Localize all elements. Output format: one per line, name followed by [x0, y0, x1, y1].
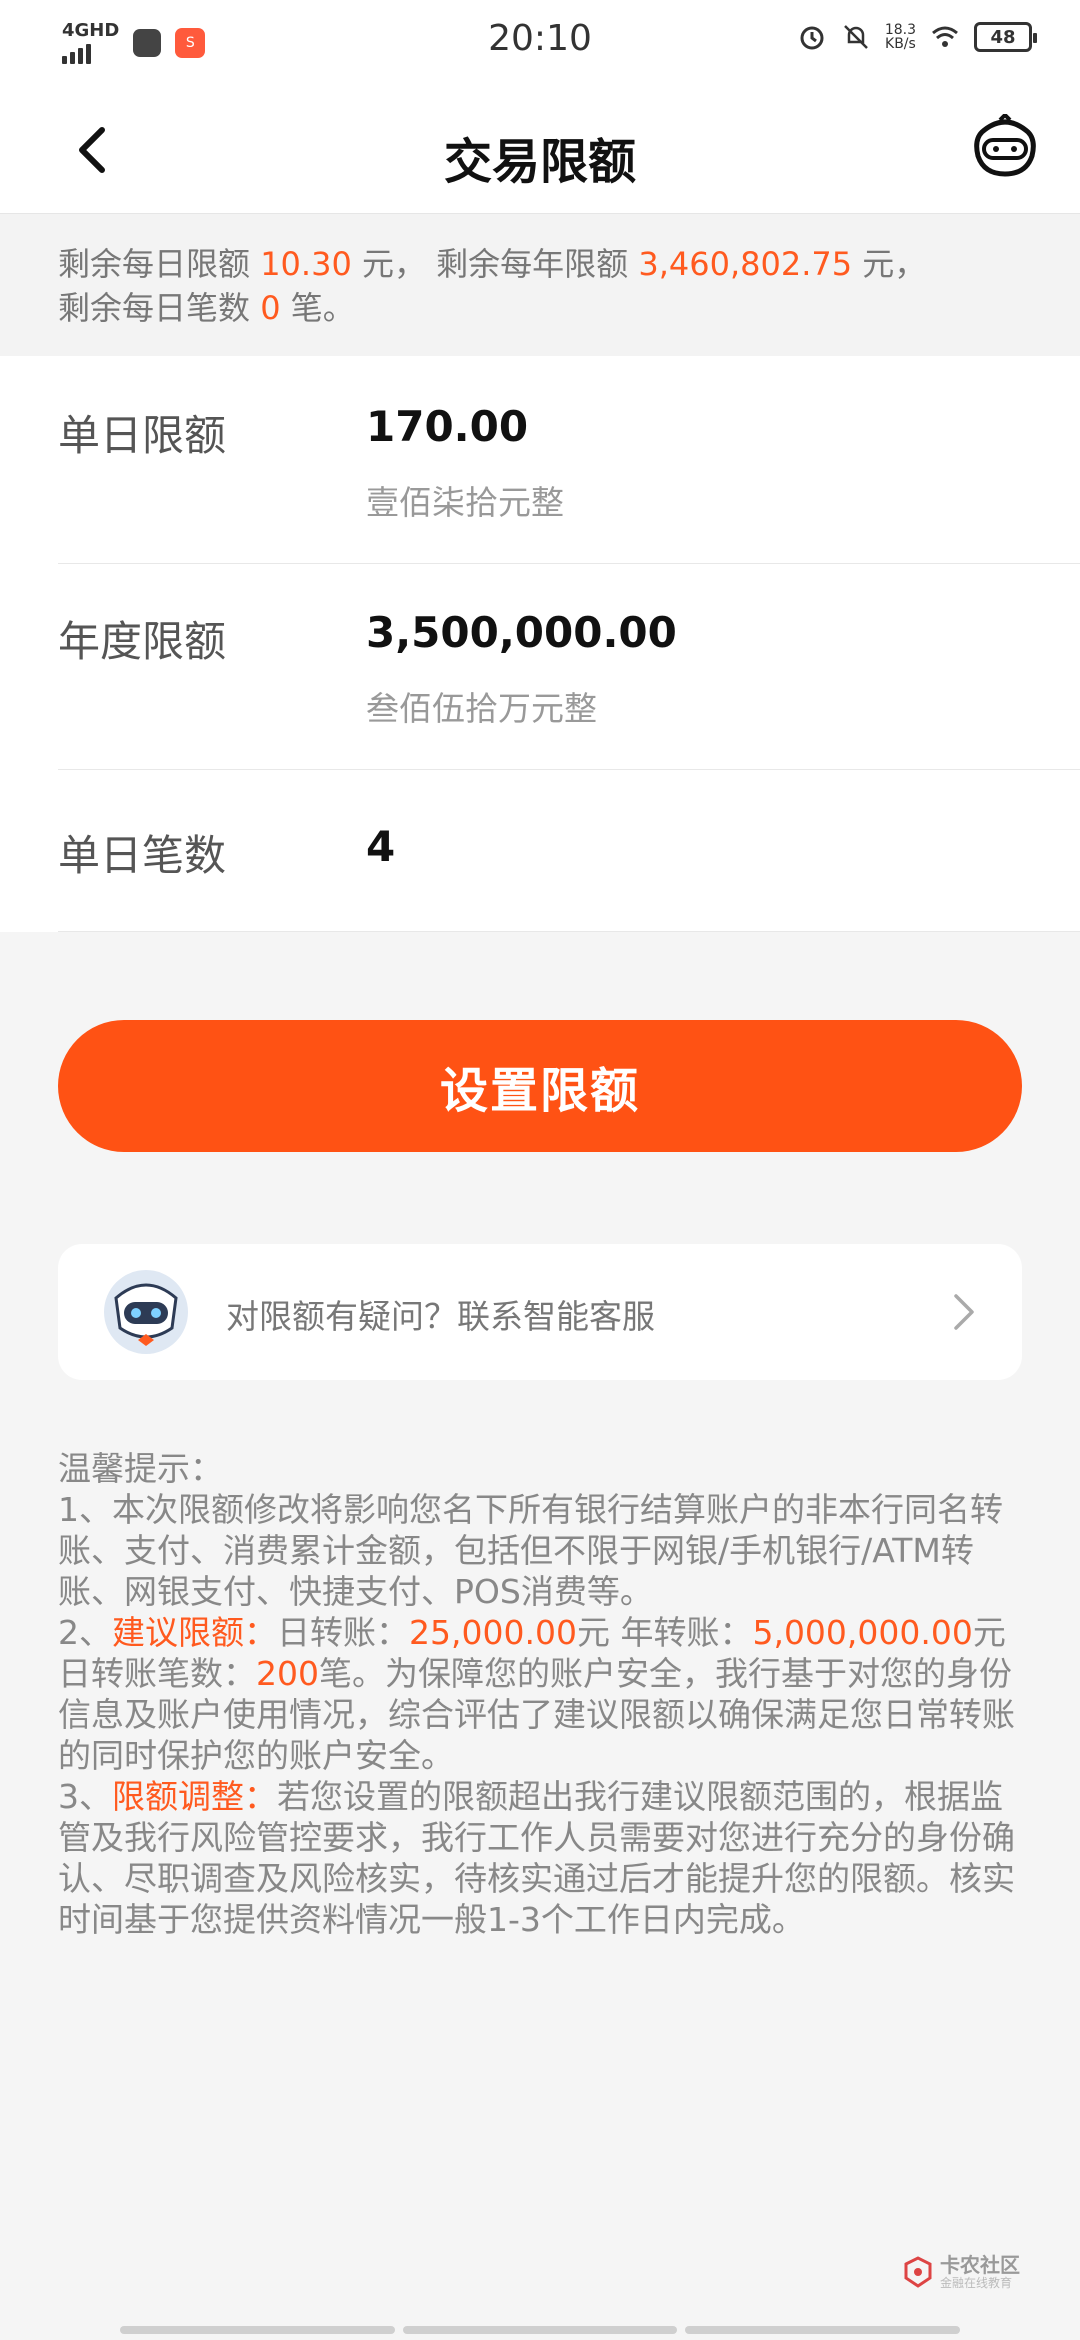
wifi-icon — [932, 26, 958, 47]
tips-section: 温馨提示： 1、本次限额修改将影响您名下所有银行结算账户的非本行同名转账、支付、… — [58, 1448, 1028, 1940]
suggested-daily-value: 25,000.00 — [409, 1613, 577, 1652]
daily-limit-row[interactable]: 单日限额 170.00 壹佰柒拾元整 — [58, 356, 1080, 564]
daily-count-label: 单日笔数 — [58, 831, 227, 880]
daily-limit-words: 壹佰柒拾元整 — [366, 483, 564, 522]
daily-remaining-value: 10.30 — [260, 245, 352, 283]
count-remaining-label: 剩余每日笔数 — [58, 289, 251, 327]
alarm-icon — [800, 26, 824, 50]
suggested-count-value: 200 — [256, 1654, 319, 1693]
set-limit-button[interactable]: 设置限额 — [58, 1020, 1022, 1152]
customer-service-card[interactable]: 对限额有疑问？联系智能客服 — [58, 1244, 1022, 1380]
speed-unit: KB/s — [885, 36, 916, 52]
tips-item-2: 2、建议限额：日转账：25,000.00元 年转账：5,000,000.00元 … — [58, 1612, 1028, 1776]
home-indicator-segment — [685, 2326, 961, 2334]
tips-title: 温馨提示： — [58, 1449, 223, 1488]
mute-icon — [843, 25, 868, 49]
yearly-limit-input[interactable]: 3,500,000.00 — [366, 608, 677, 657]
status-right: 18.3 KB/s 48 — [797, 22, 1037, 52]
yearly-limit-row[interactable]: 年度限额 3,500,000.00 叁佰伍拾万元整 — [58, 564, 1080, 770]
robot-service-icon[interactable] — [970, 114, 1040, 180]
status-bar: 4GHD S 20:10 18.3 KB/s 48 — [0, 0, 1080, 84]
page-title: 交易限额 — [443, 134, 636, 190]
yearly-limit-label: 年度限额 — [58, 617, 227, 666]
watermark-logo-icon — [904, 2256, 932, 2288]
yearly-remaining-label: 剩余每年限额 — [436, 245, 629, 283]
notice-line-2: 剩余每日笔数 0 笔。 — [58, 286, 1022, 330]
daily-limit-input[interactable]: 170.00 — [366, 402, 528, 451]
watermark-title: 卡农社区 — [940, 2253, 1020, 2277]
watermark-text: 卡农社区 金融在线教育 — [940, 2254, 1020, 2290]
daily-limit-label: 单日限额 — [58, 411, 227, 460]
suggested-daily-unit: 元 年转账： — [576, 1613, 753, 1652]
daily-count-input[interactable]: 4 — [366, 822, 395, 871]
daily-remaining-unit: 元， — [361, 245, 426, 283]
count-remaining-unit: 笔。 — [290, 289, 355, 327]
watermark: 卡农社区 金融在线教育 — [902, 2254, 1020, 2290]
network-speed: 18.3 KB/s — [885, 23, 916, 51]
home-indicator-segment — [120, 2326, 395, 2334]
chevron-right-icon — [954, 1294, 974, 1330]
tips-item-3: 3、限额调整：若您设置的限额超出我行建议限额范围的，根据监管及我行风险管控要求，… — [58, 1776, 1028, 1940]
tips-item-2-number: 2、 — [58, 1613, 112, 1652]
remaining-limits-notice: 剩余每日限额 10.30 元， 剩余每年限额 3,460,802.75 元， 剩… — [0, 214, 1080, 356]
yearly-remaining-unit: 元， — [862, 245, 927, 283]
tips-item-1: 1、本次限额修改将影响您名下所有银行结算账户的非本行同名转账、支付、消费累计金额… — [58, 1490, 1003, 1611]
nav-bar: 交易限额 — [0, 84, 1080, 214]
suggested-yearly-value: 5,000,000.00 — [752, 1613, 973, 1652]
battery-icon: 48 — [974, 22, 1037, 52]
home-indicator-segment — [402, 2326, 678, 2334]
limit-form: 单日限额 170.00 壹佰柒拾元整 年度限额 3,500,000.00 叁佰伍… — [0, 356, 1080, 932]
mascot-avatar-icon — [104, 1270, 188, 1354]
watermark-subtitle: 金融在线教育 — [940, 2276, 1013, 2290]
tips-item-3-number: 3、 — [58, 1777, 112, 1816]
notice-line-1: 剩余每日限额 10.30 元， 剩余每年限额 3,460,802.75 元， — [58, 242, 1022, 286]
tips-item-2-heading: 建议限额： — [112, 1613, 277, 1652]
tips-item-3-heading: 限额调整： — [112, 1777, 277, 1816]
daily-remaining-label: 剩余每日限额 — [58, 245, 251, 283]
daily-count-row[interactable]: 单日笔数 4 — [58, 770, 1080, 932]
customer-service-text: 对限额有疑问？联系智能客服 — [226, 1297, 655, 1336]
suggested-daily-label: 日转账： — [277, 1613, 409, 1652]
yearly-remaining-value: 3,460,802.75 — [638, 245, 853, 283]
yearly-limit-words: 叁佰伍拾万元整 — [366, 689, 597, 728]
speed-value: 18.3 — [884, 22, 916, 38]
home-indicator[interactable] — [120, 2326, 961, 2336]
count-remaining-value: 0 — [260, 289, 281, 327]
